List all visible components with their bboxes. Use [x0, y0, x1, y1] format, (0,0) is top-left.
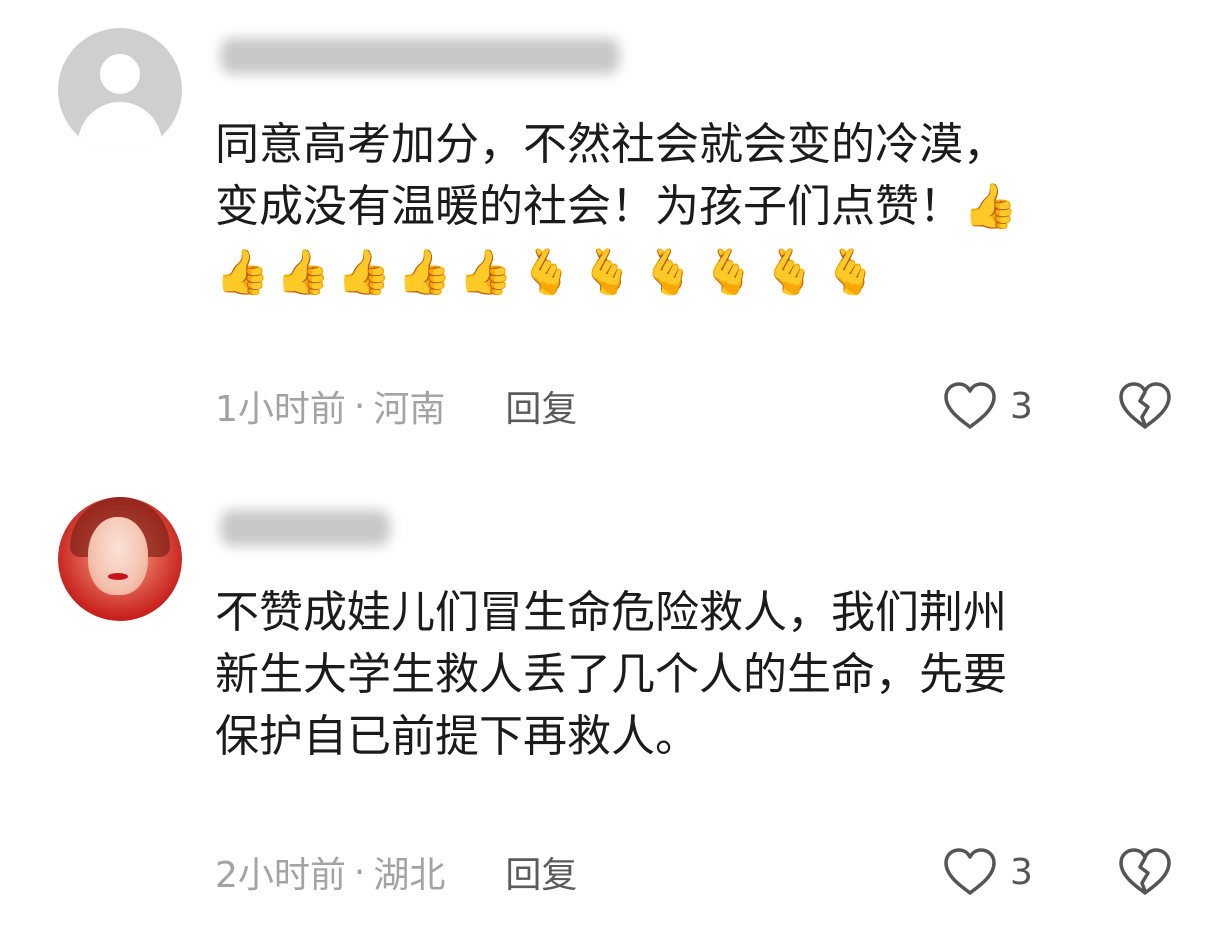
comment-time: 1小时前: [215, 389, 346, 430]
comment-item: 同意高考加分，不然社会就会变的冷漠， 变成没有温暖的社会！为孩子们点赞！👍 👍 …: [0, 0, 1232, 470]
comment-text-line: 不赞成娃儿们冒生命危险救人，我们荆州: [215, 587, 1007, 638]
thumbs-up-emoji: 👍: [215, 247, 270, 298]
heart-outline-icon: [942, 847, 998, 897]
comment-text-line: 保护自已前提下再救人。: [215, 711, 699, 762]
comment-text-line: 变成没有温暖的社会！为孩子们点赞！👍: [215, 181, 1018, 232]
username-blurred[interactable]: [220, 510, 390, 546]
comment-meta: 2小时前 · 湖北 回复: [215, 842, 577, 902]
finger-heart-emoji: 🫰: [518, 247, 574, 298]
dislike-button[interactable]: [1116, 376, 1174, 436]
comment-location: 湖北: [373, 855, 446, 896]
finger-heart-emoji: 🫰: [579, 247, 635, 298]
like-count: 3: [1010, 385, 1033, 427]
finger-heart-emoji: 🫰: [822, 247, 878, 298]
default-avatar-icon: [100, 54, 140, 94]
thumbs-up-emoji: 👍: [458, 247, 513, 298]
like-button[interactable]: 3: [942, 842, 1033, 902]
meta-separator: ·: [353, 385, 366, 427]
heart-outline-icon: [942, 381, 998, 431]
comment-item: 不赞成娃儿们冒生命危险救人，我们荆州 新生大学生救人丢了几个人的生命，先要 保护…: [0, 470, 1232, 935]
emoji-row: 👍 👍 👍 👍 👍 🫰 🫰 🫰 🫰 🫰 🫰: [215, 238, 1175, 308]
finger-heart-emoji: 🫰: [640, 247, 696, 298]
reply-button[interactable]: 回复: [505, 846, 577, 898]
thumbs-up-emoji: 👍: [275, 247, 331, 298]
comment-text: 不赞成娃儿们冒生命危险救人，我们荆州 新生大学生救人丢了几个人的生命，先要 保护…: [215, 582, 1175, 768]
comment-text: 同意高考加分，不然社会就会变的冷漠， 变成没有温暖的社会！为孩子们点赞！👍 👍 …: [215, 114, 1175, 308]
avatar[interactable]: [58, 28, 182, 152]
finger-heart-emoji: 🫰: [701, 247, 757, 298]
like-count: 3: [1010, 851, 1033, 893]
thumbs-up-emoji: 👍: [336, 247, 392, 298]
thumbs-up-emoji: 👍: [397, 247, 453, 298]
comment-meta: 1小时前 · 河南 回复: [215, 376, 577, 436]
comment-location: 河南: [373, 389, 446, 430]
dislike-button[interactable]: [1116, 842, 1174, 902]
broken-heart-icon: [1117, 847, 1173, 897]
username-blurred[interactable]: [220, 38, 620, 74]
finger-heart-emoji: 🫰: [762, 247, 817, 298]
comment-text-line: 同意高考加分，不然社会就会变的冷漠，: [215, 119, 1007, 170]
broken-heart-icon: [1117, 381, 1173, 431]
like-button[interactable]: 3: [942, 376, 1033, 436]
comment-text-line: 新生大学生救人丢了几个人的生命，先要: [215, 649, 1007, 700]
avatar[interactable]: [58, 497, 182, 621]
comment-time: 2小时前: [215, 855, 346, 896]
meta-separator: ·: [353, 851, 366, 893]
reply-button[interactable]: 回复: [505, 380, 577, 432]
